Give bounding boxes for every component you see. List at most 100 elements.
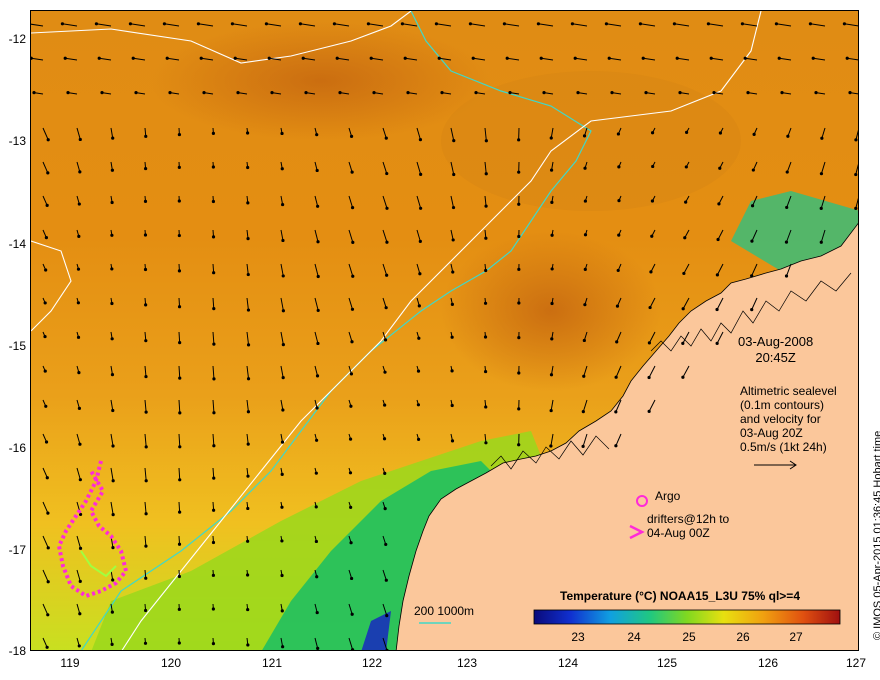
- velocity-arrow-head: [315, 438, 319, 442]
- x-tick-label: 127: [845, 656, 867, 670]
- velocity-arrow-head: [77, 406, 82, 410]
- velocity-arrow-head: [110, 301, 114, 306]
- velocity-arrow-head: [143, 199, 148, 203]
- velocity-arrow-head: [615, 340, 619, 344]
- velocity-arrow-head: [440, 91, 444, 95]
- velocity-arrow-head: [706, 22, 711, 26]
- velocity-arrow-head: [854, 206, 858, 210]
- velocity-arrow-head: [45, 203, 49, 208]
- velocity-arrow-head: [281, 408, 285, 412]
- sst-map[interactable]: [30, 10, 859, 651]
- velocity-arrow-head: [483, 369, 488, 374]
- velocity-arrow-head: [650, 234, 654, 238]
- velocity-arrow-head: [450, 335, 454, 339]
- velocity-arrow-head: [777, 56, 781, 60]
- velocity-arrow-head: [46, 511, 50, 515]
- warm-patch: [441, 231, 661, 391]
- velocity-arrow-head: [383, 370, 387, 374]
- date-line: 03-Aug-2008: [738, 334, 814, 349]
- velocity-arrow-head: [246, 474, 250, 478]
- velocity-arrow-head: [752, 132, 756, 136]
- velocity-arrow-head: [715, 341, 719, 345]
- velocity-arrow-head: [78, 442, 82, 446]
- velocity-arrow-head: [304, 91, 308, 95]
- velocity-arrow-head: [43, 301, 47, 305]
- velocity-arrow-head: [270, 91, 274, 95]
- velocity-arrow-head: [211, 573, 215, 577]
- velocity-arrow-head: [583, 233, 588, 237]
- velocity-arrow-head: [550, 337, 554, 341]
- velocity-arrow-head: [740, 22, 745, 26]
- y-tick-label: -15: [8, 339, 26, 353]
- velocity-arrow-head: [417, 304, 421, 308]
- velocity-arrow-head: [452, 172, 456, 177]
- velocity-arrow-head: [78, 137, 82, 142]
- y-tick-label: -12: [8, 32, 26, 46]
- velocity-arrow-head: [143, 233, 148, 237]
- velocity-arrow-head: [178, 376, 182, 380]
- velocity-arrow-head: [549, 373, 554, 377]
- velocity-arrow-head: [196, 22, 201, 26]
- velocity-arrow-head: [648, 305, 652, 310]
- velocity-arrow-head: [406, 91, 410, 95]
- velocity-arrow-head: [315, 133, 319, 137]
- velocity-arrow-head: [316, 341, 320, 346]
- velocity-arrow-head: [338, 91, 342, 95]
- velocity-arrow-head: [314, 539, 318, 544]
- velocity-arrow-head: [650, 199, 655, 203]
- velocity-arrow-head: [281, 238, 285, 243]
- velocity-arrow-head: [246, 272, 250, 277]
- velocity-arrow-head: [246, 442, 250, 446]
- velocity-arrow-head: [78, 170, 82, 174]
- velocity-arrow-head: [450, 369, 454, 373]
- velocity-arrow-head: [785, 170, 789, 174]
- velocity-arrow-head: [246, 308, 251, 312]
- velocity-arrow-head: [110, 373, 115, 377]
- velocity-arrow-head: [177, 542, 182, 546]
- velocity-arrow-head: [314, 505, 318, 509]
- velocity-arrow-head: [177, 233, 181, 238]
- velocity-arrow-head: [372, 91, 376, 95]
- velocity-arrow-head: [281, 376, 285, 380]
- velocity-arrow-head: [452, 139, 456, 143]
- velocity-arrow-head: [267, 56, 271, 60]
- velocity-arrow-head: [144, 303, 148, 307]
- velocity-arrow-head: [281, 645, 285, 649]
- velocity-arrow-head: [718, 166, 722, 170]
- velocity-arrow-head: [616, 132, 621, 136]
- velocity-arrow-head: [177, 607, 181, 611]
- velocity-arrow-head: [784, 240, 789, 244]
- velocity-arrow-head: [649, 270, 653, 274]
- velocity-arrow-head: [383, 403, 387, 407]
- velocity-arrow-head: [45, 645, 49, 649]
- velocity-arrow-head: [76, 267, 81, 271]
- velocity-arrow-head: [280, 131, 284, 136]
- velocity-arrow-head: [211, 641, 216, 646]
- velocity-arrow-head: [418, 138, 423, 142]
- velocity-arrow-head: [212, 444, 216, 448]
- colorbar-tick: 24: [627, 630, 641, 644]
- velocity-arrow-head: [144, 445, 148, 449]
- velocity-arrow-head: [484, 139, 488, 143]
- time-line: 20:45Z: [755, 350, 796, 365]
- velocity-arrow-head: [315, 406, 319, 410]
- velocity-arrow-head: [550, 267, 554, 271]
- velocity-arrow-head: [144, 576, 148, 580]
- velocity-arrow-head: [517, 443, 521, 447]
- velocity-arrow-head: [384, 578, 388, 582]
- velocity-arrow-head: [614, 375, 618, 379]
- velocity-arrow-head: [211, 540, 216, 545]
- velocity-arrow-head: [177, 165, 181, 169]
- velocity-arrow-head: [583, 166, 587, 170]
- velocity-arrow-head: [712, 91, 716, 95]
- velocity-arrow-head: [315, 575, 319, 579]
- velocity-arrow-head: [316, 204, 320, 208]
- velocity-arrow-head: [230, 22, 235, 26]
- velocity-arrow-head: [750, 204, 755, 208]
- velocity-arrow-head: [212, 271, 216, 275]
- velocity-arrow-head: [76, 335, 81, 339]
- velocity-arrow-head: [280, 167, 284, 171]
- velocity-arrow-head: [246, 165, 250, 170]
- date-label: 03-Aug-2008 20:45Z: [738, 334, 813, 366]
- velocity-arrow-head: [202, 91, 206, 95]
